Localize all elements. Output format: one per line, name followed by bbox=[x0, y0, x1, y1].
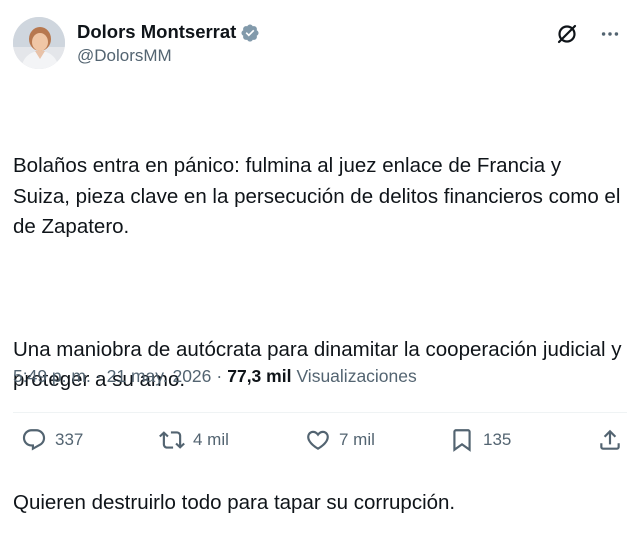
reply-count: 337 bbox=[55, 430, 84, 449]
like-button[interactable]: 7 mil bbox=[305, 427, 375, 453]
post-text: Bolaños entra en pánico: fulmina al juez… bbox=[13, 90, 623, 549]
avatar[interactable] bbox=[13, 17, 65, 69]
divider bbox=[13, 412, 627, 413]
action-bar: 337 4 mil 7 mil 135 bbox=[13, 427, 627, 463]
repost-count: 4 mil bbox=[193, 430, 229, 449]
post-meta: 5:49 p. m. · 21 may. 2026 · 77,3 mil Vis… bbox=[13, 366, 417, 387]
author-handle[interactable]: @DolorsMM bbox=[77, 46, 260, 66]
views-label: Visualizaciones bbox=[296, 366, 417, 386]
like-count: 7 mil bbox=[339, 430, 375, 449]
post-date[interactable]: 21 may. 2026 bbox=[107, 366, 212, 387]
post-time[interactable]: 5:49 p. m. bbox=[13, 366, 91, 387]
post-header: Dolors Montserrat @DolorsMM bbox=[13, 14, 625, 74]
meta-separator: · bbox=[95, 366, 102, 386]
meta-separator: · bbox=[216, 366, 223, 386]
bookmark-count: 135 bbox=[483, 430, 512, 449]
verified-badge-icon bbox=[241, 23, 259, 42]
profile-photo bbox=[13, 17, 65, 69]
grok-icon[interactable] bbox=[555, 22, 579, 46]
bookmark-button[interactable]: 135 bbox=[449, 427, 511, 453]
post-paragraph: Quieren destruirlo todo para tapar su co… bbox=[13, 490, 456, 514]
views-count: 77,3 mil bbox=[227, 366, 292, 386]
share-button[interactable] bbox=[597, 427, 623, 453]
author-block: Dolors Montserrat @DolorsMM bbox=[77, 20, 260, 66]
header-actions bbox=[555, 22, 621, 46]
bookmark-icon bbox=[453, 429, 471, 452]
repost-icon bbox=[159, 431, 185, 449]
author-name[interactable]: Dolors Montserrat bbox=[77, 21, 236, 43]
reply-icon bbox=[22, 429, 46, 451]
share-icon bbox=[600, 429, 620, 450]
reply-button[interactable]: 337 bbox=[21, 427, 83, 453]
post-paragraph: Bolaños entra en pánico: fulmina al juez… bbox=[13, 154, 627, 238]
repost-button[interactable]: 4 mil bbox=[159, 427, 229, 453]
more-icon[interactable] bbox=[599, 23, 621, 45]
like-icon bbox=[307, 430, 329, 450]
